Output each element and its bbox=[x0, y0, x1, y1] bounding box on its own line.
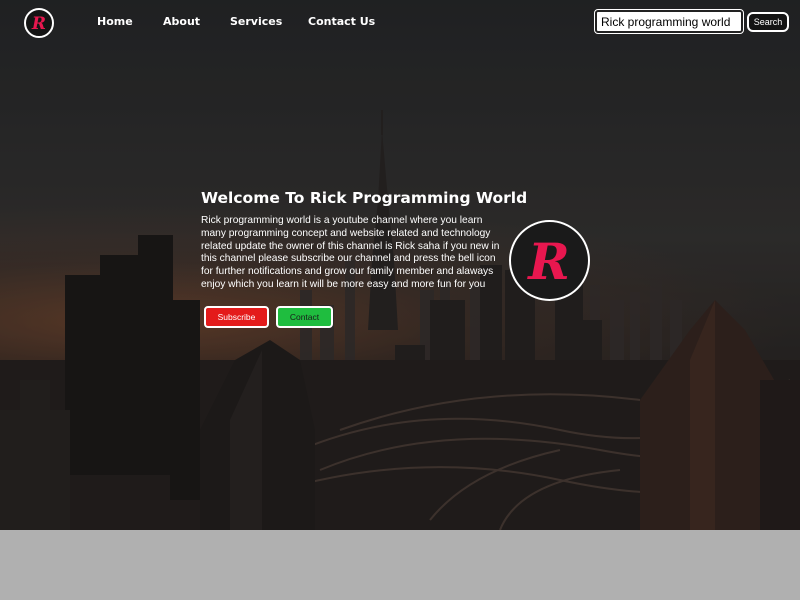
subscribe-button[interactable]: Subscribe bbox=[204, 306, 269, 328]
nav-link-services[interactable]: Services bbox=[230, 15, 282, 28]
search-input[interactable] bbox=[594, 9, 744, 34]
svg-text:R: R bbox=[31, 14, 46, 34]
svg-text:R: R bbox=[526, 232, 570, 291]
hero-description: Rick programming world is a youtube chan… bbox=[201, 215, 500, 290]
contact-button[interactable]: Contact bbox=[276, 306, 333, 328]
rick-r-logo-icon: R bbox=[526, 232, 570, 291]
channel-logo: R bbox=[509, 220, 590, 301]
page-title: Welcome To Rick Programming World bbox=[201, 189, 528, 207]
nav-link-about[interactable]: About bbox=[163, 15, 200, 28]
search-button[interactable]: Search bbox=[747, 12, 789, 32]
nav-link-contact-us[interactable]: Contact Us bbox=[308, 15, 375, 28]
site-logo[interactable]: R bbox=[24, 8, 54, 38]
nav-link-home[interactable]: Home bbox=[97, 15, 133, 28]
rick-r-logo-icon: R bbox=[31, 14, 46, 34]
